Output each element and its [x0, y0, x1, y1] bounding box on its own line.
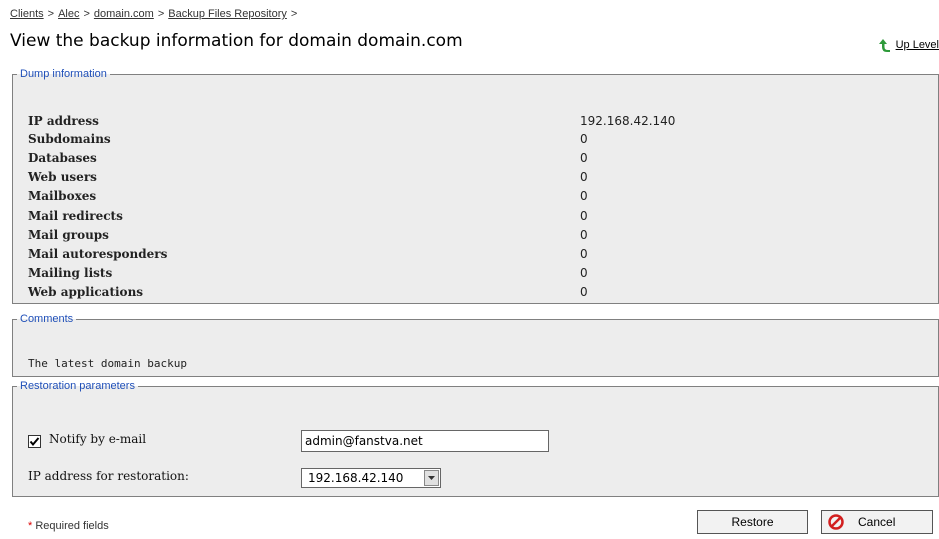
- restore-button[interactable]: Restore: [697, 510, 808, 534]
- cancel-button[interactable]: Cancel: [821, 510, 933, 534]
- comments-panel: Comments The latest domain backup: [12, 313, 939, 377]
- info-label: Mailing lists: [28, 266, 113, 280]
- info-label: Web applications: [28, 285, 144, 299]
- info-value: 0: [580, 266, 588, 280]
- ip-restoration-label: IP address for restoration:: [28, 469, 189, 483]
- info-value: 0: [580, 132, 588, 146]
- comments-legend: Comments: [20, 313, 74, 325]
- breadcrumb-item-alec[interactable]: Alec: [58, 8, 79, 20]
- email-field[interactable]: admin@fanstva.net: [301, 430, 549, 452]
- ip-address-select[interactable]: 192.168.42.140: [301, 468, 441, 488]
- breadcrumb-separator: >: [290, 8, 298, 20]
- required-star: *: [28, 520, 33, 532]
- comment-text: The latest domain backup: [28, 357, 187, 370]
- breadcrumb-item-clients[interactable]: Clients: [10, 8, 44, 20]
- info-label: IP address: [28, 114, 99, 128]
- required-text: Required fields: [35, 520, 109, 532]
- checkmark-icon: [29, 437, 40, 447]
- chevron-down-icon: [428, 476, 435, 480]
- info-label: Subdomains: [28, 132, 111, 146]
- info-label: Mail redirects: [28, 209, 123, 223]
- info-label: Web users: [28, 170, 97, 184]
- cancel-icon: [828, 514, 844, 530]
- notify-label: Notify by e-mail: [49, 432, 147, 446]
- breadcrumb-separator: >: [157, 8, 165, 20]
- breadcrumb-item-backup-repository[interactable]: Backup Files Repository: [168, 8, 287, 20]
- breadcrumb: Clients > Alec > domain.com > Backup Files Rep…: [10, 8, 301, 20]
- up-level-label: Up Level: [895, 39, 939, 51]
- breadcrumb-separator: >: [47, 8, 55, 20]
- info-value: 0: [580, 189, 588, 203]
- dropdown-button[interactable]: [424, 470, 439, 486]
- info-value: 0: [580, 170, 588, 184]
- info-value: 192.168.42.140: [580, 114, 676, 128]
- info-label: Mail groups: [28, 228, 109, 242]
- info-label: Databases: [28, 151, 97, 165]
- info-value: 0: [580, 228, 588, 242]
- info-label: Mail autoresponders: [28, 247, 168, 261]
- restoration-parameters-panel: Restoration parameters Notify by e-mail …: [12, 380, 939, 497]
- up-level-link[interactable]: Up Level: [876, 38, 939, 52]
- info-value: 0: [580, 247, 588, 261]
- dump-information-panel: Dump information IP address 192.168.42.1…: [12, 68, 939, 304]
- dump-information-legend: Dump information: [20, 68, 107, 80]
- info-value: 0: [580, 285, 588, 299]
- breadcrumb-item-domain[interactable]: domain.com: [94, 8, 154, 20]
- notify-checkbox[interactable]: [28, 435, 41, 448]
- restore-button-label: Restore: [731, 515, 774, 529]
- info-value: 0: [580, 151, 588, 165]
- info-label: Mailboxes: [28, 189, 97, 203]
- info-value: 0: [580, 209, 588, 223]
- required-fields-note: * Required fields: [28, 520, 109, 532]
- ip-address-selected: 192.168.42.140: [308, 471, 404, 485]
- cancel-button-label: Cancel: [858, 515, 896, 529]
- page-title: View the backup information for domain d…: [10, 31, 463, 51]
- restoration-parameters-legend: Restoration parameters: [20, 380, 135, 392]
- up-arrow-icon: [878, 39, 890, 52]
- breadcrumb-separator: >: [83, 8, 90, 20]
